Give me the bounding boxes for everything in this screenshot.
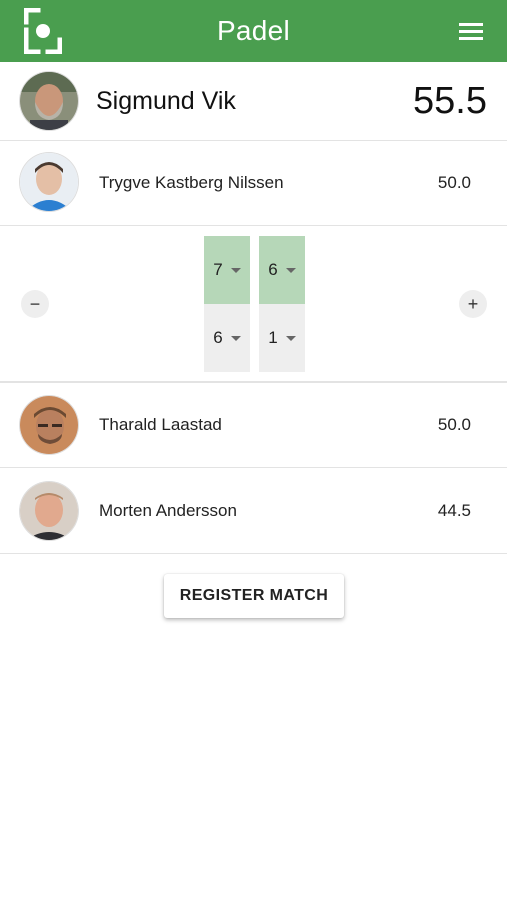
dropdown-caret-icon [285, 335, 296, 341]
score-panel: − + 7 6 6 1 [0, 226, 507, 383]
avatar-photo [20, 153, 78, 211]
player-rating: 44.5 [437, 500, 471, 520]
set-1-team-1-select[interactable]: 7 [204, 236, 250, 304]
remove-set-button[interactable]: − [21, 290, 49, 318]
player-name: Tharald Laastad [99, 415, 222, 434]
avatar-photo [20, 72, 78, 130]
hamburger-icon[interactable] [459, 20, 485, 42]
dropdown-caret-icon [230, 267, 241, 273]
player-row-2[interactable]: Trygve Kastberg Nilssen 50.0 [0, 141, 507, 226]
player-name: Trygve Kastberg Nilssen [99, 173, 284, 192]
avatar-photo [20, 396, 78, 454]
score-value: 6 [268, 260, 278, 279]
app-title: Padel [216, 15, 291, 46]
player-row-1[interactable]: Sigmund Vik 55.5 [0, 62, 507, 141]
player-rating: 55.5 [413, 79, 487, 122]
player-name: Morten Andersson [99, 500, 237, 520]
player-rating: 50.0 [437, 415, 471, 434]
dropdown-caret-icon [285, 267, 296, 273]
player-row-4[interactable]: Morten Andersson 44.5 [0, 468, 507, 554]
score-value: 6 [213, 328, 223, 347]
register-match-button[interactable]: REGISTER MATCH [164, 574, 344, 618]
add-set-button[interactable]: + [459, 290, 487, 318]
set-1-team-2-select[interactable]: 6 [204, 304, 250, 372]
player-name: Sigmund Vik [96, 86, 236, 115]
dropdown-caret-icon [230, 335, 241, 341]
player-row-3[interactable]: Tharald Laastad 50.0 [0, 383, 507, 468]
app-bar: Padel [0, 0, 507, 62]
player-rating: 50.0 [437, 173, 471, 192]
set-2-team-2-select[interactable]: 1 [259, 304, 305, 372]
avatar-photo [20, 482, 78, 540]
score-value: 7 [213, 260, 223, 279]
set-2-team-1-select[interactable]: 6 [259, 236, 305, 304]
score-value: 1 [268, 328, 278, 347]
app-logo-icon[interactable] [24, 8, 62, 54]
